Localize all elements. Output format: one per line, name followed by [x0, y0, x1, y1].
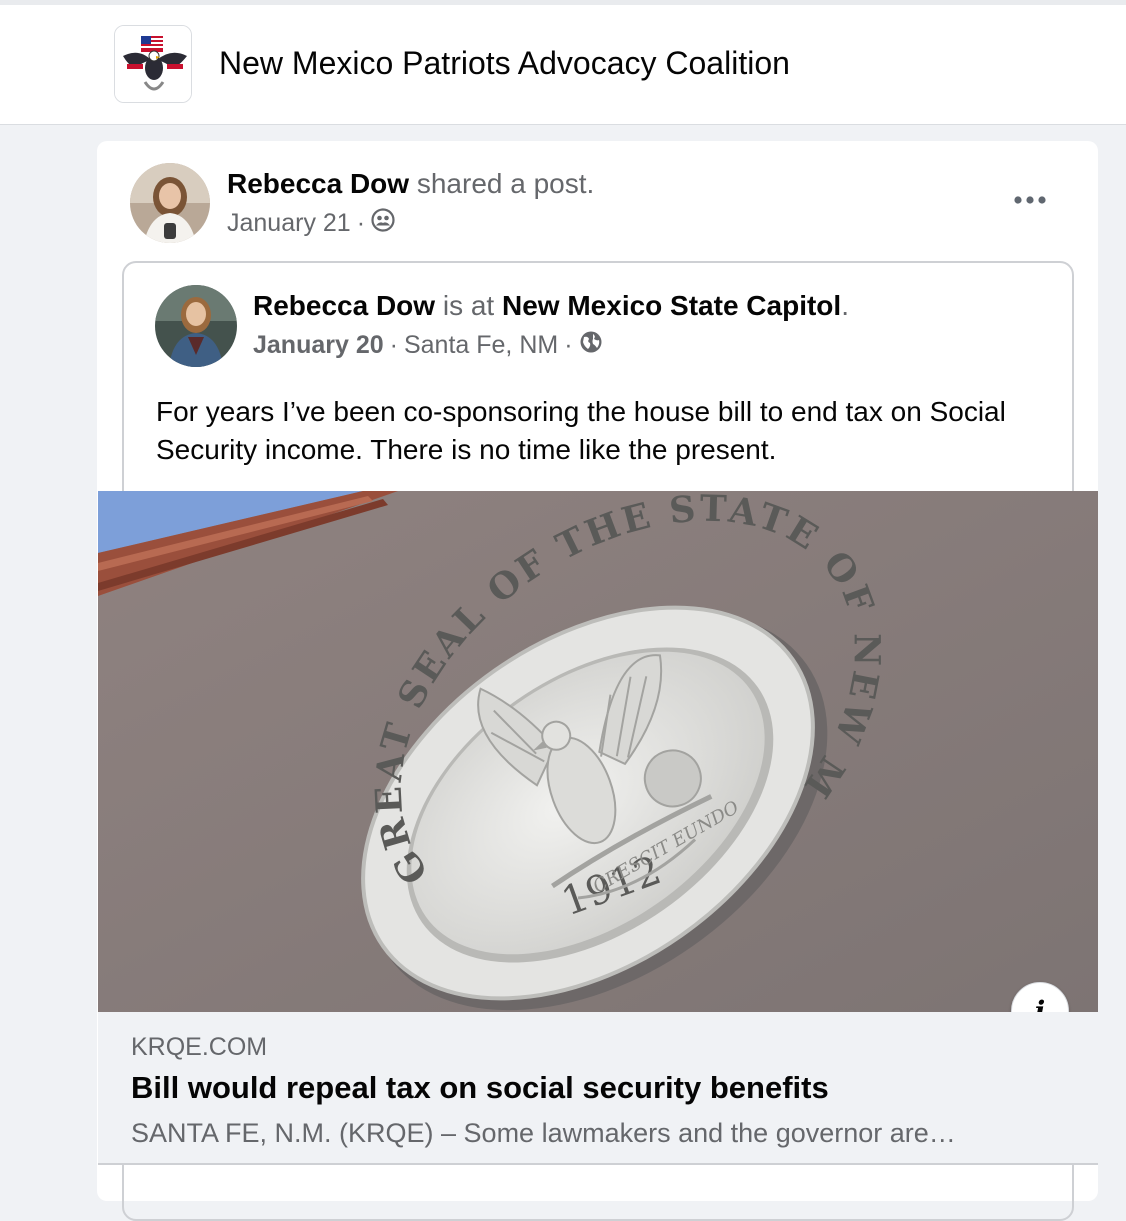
- post-date[interactable]: January 21: [227, 209, 351, 238]
- shared-post-location[interactable]: Santa Fe, NM: [404, 331, 558, 360]
- checkin-place[interactable]: New Mexico State Capitol: [502, 290, 841, 321]
- post-action: shared a post.: [416, 168, 595, 199]
- meta-separator: ·: [356, 209, 366, 237]
- meta-separator: ·: [564, 331, 573, 359]
- more-options-icon[interactable]: [1005, 180, 1055, 220]
- meta-separator: ·: [389, 331, 398, 359]
- page-title[interactable]: New Mexico Patriots Advocacy Coalition: [219, 45, 790, 82]
- globe-icon[interactable]: [579, 330, 603, 361]
- checkin-period: .: [841, 290, 849, 321]
- post-header-line: Rebecca Dow shared a post.: [227, 168, 594, 200]
- link-domain: KRQE.COM: [131, 1033, 268, 1061]
- link-title[interactable]: Bill would repeal tax on social security…: [131, 1070, 829, 1106]
- link-description: SANTA FE, N.M. (KRQE) – Some lawmakers a…: [131, 1118, 956, 1148]
- page-header: New Mexico Patriots Advocacy Coalition: [0, 5, 1126, 125]
- is-at-text: is at: [442, 290, 495, 321]
- eagle-flag-logo-icon: [115, 26, 191, 102]
- shared-post-header: Rebecca Dow is at New Mexico State Capit…: [253, 290, 849, 322]
- shared-post-date[interactable]: January 20: [253, 331, 384, 360]
- shared-post-text: For years I’ve been co-sponsoring the ho…: [156, 396, 1006, 465]
- state-seal-photo: GREAT SEAL OF THE STATE OF NEW MEXICO 19…: [98, 491, 1098, 1012]
- shared-author-name[interactable]: Rebecca Dow: [253, 290, 435, 321]
- friends-icon[interactable]: [371, 208, 395, 239]
- author-name[interactable]: Rebecca Dow: [227, 168, 409, 199]
- post-meta: January 21 ·: [227, 208, 395, 239]
- author-avatar[interactable]: [130, 163, 210, 243]
- page-logo[interactable]: [114, 25, 192, 103]
- shared-author-avatar[interactable]: [155, 285, 237, 367]
- link-preview-image[interactable]: GREAT SEAL OF THE STATE OF NEW MEXICO 19…: [98, 491, 1098, 1012]
- shared-post-meta: January 20 · Santa Fe, NM ·: [253, 330, 603, 361]
